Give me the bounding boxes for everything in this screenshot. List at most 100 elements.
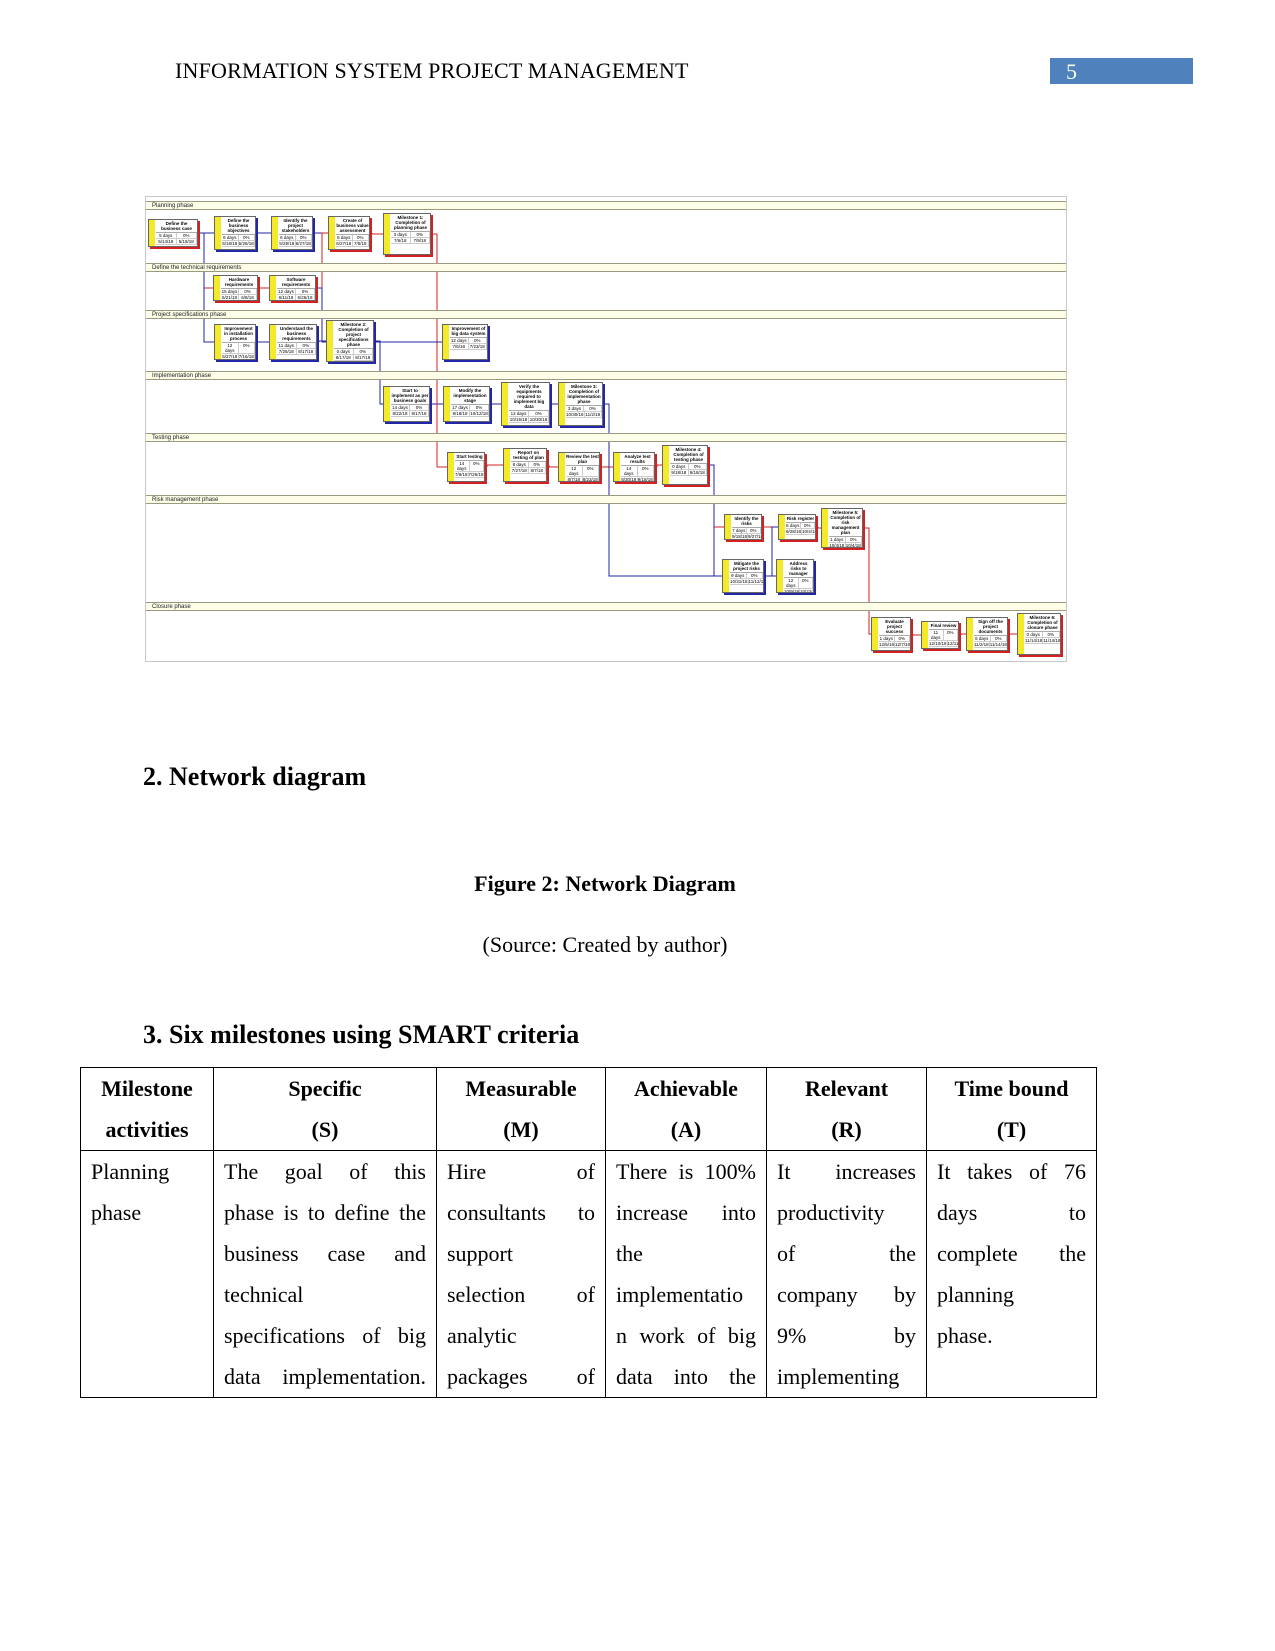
- dependency-arrow: [912, 634, 921, 636]
- task-bar-marker: [967, 618, 973, 650]
- task-duration: 6 days: [279, 235, 296, 240]
- task-duration: 14 days: [455, 461, 470, 471]
- table-cell: Hire of consultants to support selection of…: [436, 1150, 606, 1398]
- task-duration: 12 days: [784, 578, 799, 588]
- cell-line: data implementation.: [224, 1364, 426, 1389]
- task-finish: 6/27/18: [295, 241, 312, 246]
- task-node: Address risks to manager 12 days 0% 10/9/…: [776, 559, 814, 593]
- dependency-arrow: [371, 233, 383, 235]
- swimlane-header: Implementation phase: [146, 371, 1066, 380]
- task-bar-marker: [1018, 614, 1024, 654]
- task-start: 9/28/18: [786, 529, 803, 534]
- task-finish: 9/17/18: [410, 411, 429, 416]
- header-line: Specific: [288, 1076, 362, 1101]
- task-title: Identify the project stakeholders: [279, 217, 312, 235]
- cell-line: 9% by: [777, 1323, 916, 1348]
- task-duration: 14 days: [391, 405, 410, 410]
- cell-line: phase.: [937, 1323, 993, 1348]
- task-node: Milestone 2: Completion of project speci…: [326, 320, 374, 362]
- cell-line: specifications of big: [224, 1323, 426, 1348]
- task-duration: 0 days: [670, 464, 689, 469]
- task-start: 8/22/18: [391, 411, 410, 416]
- cell-line: analytic: [447, 1323, 517, 1348]
- task-finish: 8/23/18: [582, 477, 599, 482]
- task-start: 8/7/18: [566, 477, 583, 481]
- task-duration: 3 days: [391, 232, 411, 237]
- table-cell: Planning phase: [80, 1150, 214, 1398]
- swimlane-header: Define the technical requirements: [146, 263, 1066, 272]
- task-bar-marker: [614, 453, 620, 481]
- task-title: Sign off the project documents: [974, 618, 1007, 636]
- task-duration: 1 days: [879, 636, 895, 641]
- task-start: 8/30/18: [621, 477, 638, 482]
- header-line: (A): [670, 1117, 702, 1142]
- swimlane-header: Planning phase: [146, 201, 1066, 210]
- task-bar-marker: [504, 449, 510, 481]
- task-percent: 0%: [297, 343, 316, 348]
- task-percent: 0%: [1043, 632, 1060, 637]
- task-start: 5/14/18: [156, 239, 177, 244]
- task-node: Milestone 6: Completion of closure phase…: [1017, 613, 1061, 655]
- task-percent: 0%: [801, 523, 815, 528]
- dependency-arrow: [318, 232, 328, 289]
- task-percent: 0%: [689, 464, 707, 469]
- task-title: Milestone 5: Completion of risk manageme…: [829, 510, 862, 537]
- task-node: Start testing 14 days 0% 7/9/18 7/26/18: [447, 452, 485, 482]
- task-percent: 0%: [239, 343, 255, 353]
- task-start: 10/15/18: [509, 417, 529, 422]
- task-start: 9/18/18: [451, 411, 470, 416]
- task-percent: 0%: [747, 528, 761, 533]
- task-node: Verify the equipments required to implem…: [501, 382, 550, 426]
- task-title: Milestone 3: Completion of implementatio…: [566, 384, 602, 406]
- page-number: 5: [1050, 58, 1193, 84]
- column-header: Measurable (M): [436, 1067, 606, 1151]
- task-finish: 6/26/18: [296, 295, 315, 300]
- task-duration: 6 days: [336, 235, 353, 240]
- cell-line: support: [447, 1241, 513, 1266]
- cell-line: data into the: [616, 1364, 756, 1389]
- task-duration: 14 days: [621, 466, 638, 476]
- figure-source: (Source: Created by author): [482, 932, 728, 957]
- task-finish: 8/17/18: [297, 349, 316, 354]
- swimlane-header: Risk management phase: [146, 495, 1066, 504]
- task-finish: 7/16/18: [238, 354, 255, 359]
- task-percent: 0%: [529, 411, 549, 416]
- task-duration: 12 days: [222, 343, 239, 353]
- task-start: 7/27/18: [511, 468, 529, 473]
- task-finish: 7/26/18: [468, 472, 484, 477]
- task-start: 6/11/18: [277, 295, 296, 300]
- cell-line: company by: [777, 1282, 916, 1307]
- task-finish: 12/7/18: [895, 642, 911, 647]
- cell-line: It takes of 76: [937, 1159, 1086, 1184]
- task-node: Improvement in installation process 12 d…: [214, 324, 256, 360]
- task-duration: 9 days: [730, 573, 747, 578]
- task-title: Define the business objectives: [222, 217, 255, 235]
- cell-line: Planning: [91, 1159, 170, 1184]
- task-node: Milestone 1: Completion of planning phas…: [383, 213, 431, 255]
- task-finish: 9/18/18: [689, 470, 707, 475]
- cell-line: of the: [777, 1241, 916, 1266]
- task-bar-marker: [270, 276, 276, 300]
- task-start: 7/6/18: [450, 344, 469, 349]
- header-line: (M): [503, 1117, 539, 1142]
- task-node: Mitigate the project risks 9 days 0% 10/3…: [722, 559, 764, 593]
- task-title: Report on testing of plan: [511, 449, 546, 462]
- task-duration: 11 days: [277, 343, 297, 348]
- task-finish: 10/4/18: [802, 529, 815, 534]
- task-duration: 12 days: [509, 411, 529, 416]
- dependency-arrow: [605, 403, 776, 577]
- task-duration: 6 days: [222, 235, 239, 240]
- dependency-arrow: [548, 465, 558, 468]
- document-page: { "header":{"title":"INFORMATION SYSTEM …: [0, 0, 1275, 1651]
- task-start: 5/18/18: [222, 241, 239, 246]
- task-bar-marker: [922, 622, 928, 648]
- task-node: Sign off the project documents 6 days 0% …: [966, 617, 1008, 651]
- task-node: Analyze test results 14 days 0% 8/30/18 9/…: [613, 452, 655, 482]
- task-duration: 7 days: [732, 528, 747, 533]
- task-percent: 0%: [583, 466, 599, 476]
- task-bar-marker: [725, 515, 731, 539]
- task-finish: 11/14/18: [1043, 638, 1061, 643]
- table-cell: The goal of this phase is to define the bu…: [213, 1150, 437, 1398]
- task-percent: 0%: [529, 462, 546, 467]
- table-header-row: Milestone activities Specific (S) Measurable…: [80, 1067, 1097, 1151]
